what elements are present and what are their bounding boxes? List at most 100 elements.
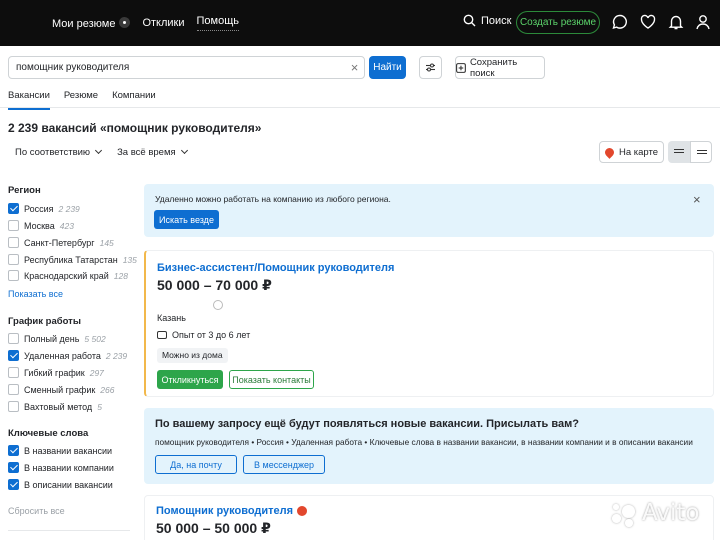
option-count: 423 [59,220,74,231]
keywords-option[interactable]: В названии компании [8,461,114,474]
add-square-icon [456,62,466,73]
save-search-button[interactable]: Сохранить поиск [455,56,545,79]
checkbox[interactable] [8,384,19,395]
region-option[interactable]: Санкт-Петербург 145 [8,236,114,249]
option-label: В названии вакансии [24,445,113,456]
map-button[interactable]: На карте [599,141,664,163]
detailed-view-icon[interactable] [690,141,712,163]
clear-icon[interactable]: × [348,61,361,74]
heart-icon[interactable] [639,13,657,31]
checkbox[interactable] [8,220,19,231]
avito-logo-icon [612,502,638,528]
schedule-filter-title: График работы [8,316,81,327]
reset-all-link[interactable]: Сбросить все [8,506,65,516]
search-input[interactable] [8,56,365,79]
option-count: 135 [122,254,137,265]
schedule-option[interactable]: Полный день 5 502 [8,332,106,345]
sidebar-divider [8,530,130,531]
remote-tag: Можно из дома [157,348,228,363]
hot-vacancy-icon [297,506,308,516]
option-label: В названии компании [24,462,114,473]
option-label: Россия [24,203,54,214]
nav-help[interactable]: Помощь [196,15,240,31]
checkbox[interactable] [8,254,19,265]
checkbox-checked[interactable] [8,479,19,490]
schedule-option[interactable]: Гибкий график 297 [8,366,104,379]
nav-responses[interactable]: Отклики [142,17,184,29]
show-all-regions-link[interactable]: Показать все [8,289,63,299]
vacancy-title-link[interactable]: Помощник руководителя [156,505,308,517]
option-label: Краснодарский край [24,270,109,281]
filters-button[interactable] [419,56,442,79]
save-search-label: Сохранить поиск [469,56,518,79]
banner-text: Удаленно можно работать на компанию из л… [155,194,391,204]
option-count: 266 [100,384,115,395]
remote-work-banner: Удаленно можно работать на компанию из л… [144,184,714,237]
option-count: 5 [97,401,102,412]
sort-row: По соответствию За всё время [15,147,187,158]
find-button[interactable]: Найти [369,56,406,79]
resume-badge-icon [119,16,131,28]
subscribe-query: помощник руководителя • Россия • Удаленн… [155,437,693,447]
option-count: 128 [113,270,128,281]
avito-watermark: Avito [612,500,712,530]
schedule-option[interactable]: Вахтовый метод 5 [8,400,102,413]
show-contacts-button[interactable]: Показать контакты [229,370,314,389]
checkbox[interactable] [8,270,19,281]
vacancy-salary: 50 000 – 50 000 ₽ [156,520,271,536]
period-dropdown[interactable]: За всё время [117,147,187,158]
checkbox[interactable] [8,333,19,344]
header-search-link[interactable]: Поиск [463,14,511,27]
keywords-option[interactable]: В описании вакансии [8,478,113,491]
close-icon[interactable]: × [693,192,701,207]
option-count: 2 239 [58,203,80,214]
checkbox[interactable] [8,367,19,378]
verified-check-icon [213,300,223,310]
create-resume-button[interactable]: Создать резюме [516,11,600,34]
vacancy-card: Бизнес-ассистент/Помощник руководителя 5… [144,250,714,397]
bell-icon[interactable] [667,13,685,31]
results-title: 2 239 вакансий «помощник руководителя» [8,121,262,135]
schedule-option[interactable]: Сменный график 266 [8,383,114,396]
keywords-filter-title: Ключевые слова [8,428,89,439]
region-option[interactable]: Москва 423 [8,219,74,232]
checkbox-checked[interactable] [8,462,19,473]
subscribe-block: По вашему запросу ещё будут появляться н… [144,408,714,484]
vacancy-title-label: Помощник руководителя [156,505,294,517]
sort-dropdown[interactable]: По соответствию [15,147,101,158]
region-option[interactable]: Краснодарский край 128 [8,269,128,282]
region-option[interactable]: Россия 2 239 [8,202,80,215]
top-bar: Мои резюме Отклики Помощь Поиск Создать … [0,0,720,46]
option-count: 5 502 [84,333,106,344]
email-subscribe-button[interactable]: Да, на почту [155,455,237,474]
checkbox-checked[interactable] [8,350,19,361]
region-filter-title: Регион [8,185,41,196]
checkbox-checked[interactable] [8,203,19,214]
watermark-text: Avito [642,500,700,526]
option-label: В описании вакансии [24,479,113,490]
respond-button[interactable]: Откликнуться [157,370,223,389]
vacancy-salary: 50 000 – 70 000 ₽ [157,277,272,293]
region-option[interactable]: Республика Татарстан 135 [8,253,137,266]
vacancy-city: Казань [157,313,186,323]
checkbox-checked[interactable] [8,445,19,456]
schedule-option[interactable]: Удаленная работа 2 239 [8,349,127,362]
option-count: 297 [89,367,104,378]
keywords-option[interactable]: В названии вакансии [8,444,112,457]
messenger-subscribe-button[interactable]: В мессенджер [243,455,325,474]
nav-my-resumes[interactable]: Мои резюме [52,16,131,30]
nav-my-resumes-label: Мои резюме [52,17,116,30]
user-icon[interactable] [694,13,712,31]
filter-sliders-icon [426,63,435,72]
option-label: Полный день [24,333,80,344]
chat-icon[interactable] [611,13,629,31]
checkbox[interactable] [8,401,19,412]
vacancy-title-link[interactable]: Бизнес-ассистент/Помощник руководителя [157,262,394,274]
map-pin-icon [603,145,616,159]
header-search-label: Поиск [481,14,512,27]
checkbox[interactable] [8,237,19,248]
list-view-icon[interactable] [668,141,690,163]
map-button-label: На карте [618,146,659,158]
option-label: Удаленная работа [24,350,101,361]
search-everywhere-button[interactable]: Искать везде [154,210,219,229]
